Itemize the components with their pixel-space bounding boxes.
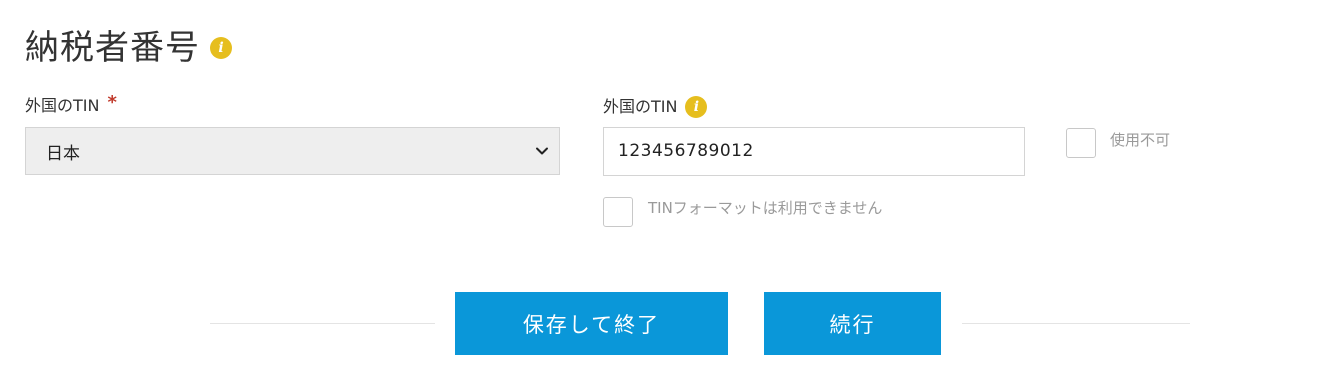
info-icon[interactable]: i [685, 96, 708, 118]
tin-format-unavailable-checkbox[interactable] [603, 197, 633, 227]
tin-number-input[interactable]: 123456789012 [603, 127, 1025, 176]
save-and-exit-button[interactable]: 保存して終了 [455, 292, 728, 355]
continue-button[interactable]: 続行 [764, 292, 941, 355]
tin-country-label-text: 外国のTIN [25, 96, 100, 115]
tin-country-selected-value: 日本 [46, 143, 80, 164]
divider-right [962, 323, 1190, 324]
unavailable-checkbox[interactable] [1066, 128, 1096, 158]
info-icon[interactable]: i [210, 37, 232, 59]
divider-left [210, 323, 435, 324]
section-header: 納税者番号 i [25, 24, 232, 72]
tin-form-page: 納税者番号 i 外国のTIN * 日本 外国のTIN i 12345678901… [0, 0, 1333, 372]
page-title: 納税者番号 [25, 28, 200, 68]
required-marker: * [107, 92, 117, 113]
unavailable-checkbox-label: 使用不可 [1110, 131, 1171, 149]
chevron-down-icon [536, 147, 548, 155]
tin-country-label: 外国のTIN * [25, 92, 117, 116]
tin-number-label-text: 外国のTIN [603, 97, 678, 116]
tin-number-label: 外国のTIN i [603, 96, 708, 118]
tin-country-select[interactable]: 日本 [25, 127, 560, 175]
tin-format-unavailable-label: TINフォーマットは利用できません [648, 199, 883, 217]
